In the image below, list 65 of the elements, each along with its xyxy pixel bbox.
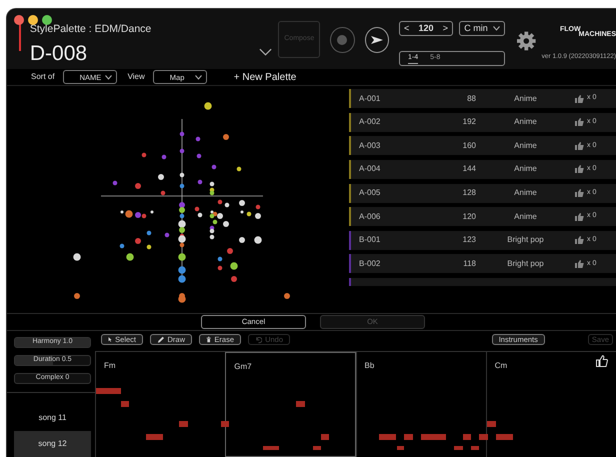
decrease-arrow[interactable]: < <box>404 22 410 36</box>
chevron-down-icon <box>104 74 112 80</box>
bpm-text: 123 <box>462 234 476 246</box>
sort-label: Sort of <box>31 71 55 84</box>
thumbs-up-icon <box>575 118 584 126</box>
bpm-text: 128 <box>462 187 476 199</box>
chord-label: Cm <box>494 361 508 370</box>
record-button[interactable] <box>330 27 355 53</box>
view-label: View <box>128 71 145 84</box>
thumbs-up-icon <box>575 94 584 103</box>
minimize-icon[interactable] <box>28 15 38 25</box>
genre-text: Anime <box>513 187 538 199</box>
palette-name: A-005 <box>358 187 382 199</box>
settings-icon[interactable] <box>517 31 536 51</box>
bpm-text: 88 <box>466 92 476 105</box>
tempo-stepper[interactable]: < 120 > <box>399 21 454 36</box>
genre-text: Bright pop <box>506 258 545 270</box>
play-button[interactable] <box>364 27 390 53</box>
song-item[interactable]: song 12 <box>14 431 91 457</box>
trash-icon <box>206 335 212 344</box>
palette-name: B-001 <box>358 234 382 246</box>
bpm-text: 144 <box>462 163 476 176</box>
bpm-text: 192 <box>462 116 476 128</box>
play-icon <box>370 35 383 45</box>
bpm-text: 118 <box>462 258 476 270</box>
genre-text: Anime <box>513 116 538 128</box>
zoom-icon[interactable] <box>42 15 52 25</box>
palette-name: A-002 <box>358 116 382 128</box>
chord-bar[interactable]: Gm7 <box>225 352 356 457</box>
thumbs-up-icon[interactable] <box>596 355 608 367</box>
genre-text: Anime <box>513 140 538 152</box>
palette-subtitle: StylePalette : EDM/Dance <box>30 22 152 37</box>
chord-label: Bb <box>364 361 374 370</box>
tempo-value: 120 <box>418 22 434 35</box>
palette-name: B-002 <box>358 258 382 270</box>
song-title: D-008 <box>30 40 88 67</box>
chord-label: Fm <box>104 361 116 370</box>
chevron-down-icon <box>492 26 500 31</box>
palette-name: A-001 <box>358 92 382 105</box>
thumbs-up-icon <box>575 212 584 221</box>
pencil-icon <box>157 335 164 344</box>
bpm-text: 160 <box>462 140 476 152</box>
increase-arrow[interactable]: > <box>442 22 448 36</box>
new-palette-link[interactable]: + New Palette <box>234 70 296 85</box>
thumbs-up-icon <box>575 189 584 197</box>
bpm-text: 120 <box>462 210 476 223</box>
genre-text: Anime <box>513 210 538 223</box>
genre-text: Anime <box>513 92 538 105</box>
thumbs-up-icon <box>575 260 584 268</box>
thumbs-up-icon <box>575 165 584 174</box>
chevron-down-icon[interactable] <box>259 48 272 57</box>
thumbs-up-icon <box>575 236 584 244</box>
chevron-down-icon <box>194 74 202 80</box>
genre-text: Bright pop <box>506 234 545 246</box>
genre-text: Anime <box>513 163 538 176</box>
palette-name: A-006 <box>358 210 382 223</box>
palette-name: A-003 <box>358 140 382 152</box>
pointer-icon <box>108 335 112 344</box>
close-icon[interactable] <box>14 15 24 25</box>
undo-icon <box>255 335 262 344</box>
chord-label: Gm7 <box>234 362 252 371</box>
palette-name: A-004 <box>358 163 382 176</box>
record-icon <box>337 35 348 45</box>
thumbs-up-icon <box>575 142 584 150</box>
key-dropdown[interactable]: C min <box>459 21 506 36</box>
